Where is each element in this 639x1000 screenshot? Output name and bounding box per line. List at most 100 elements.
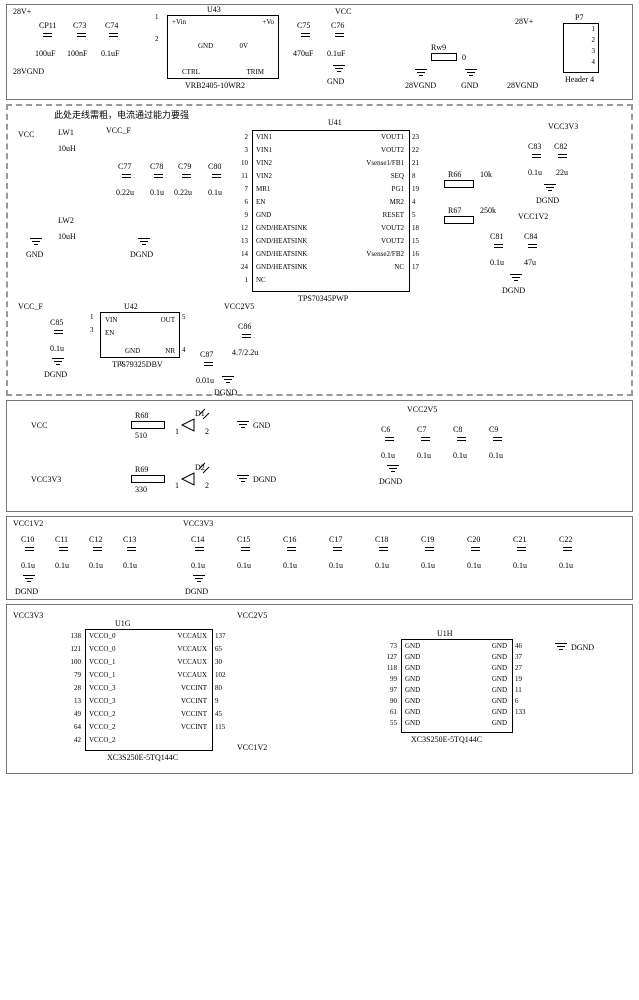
u1g-rnum-4: 80 [215,684,222,692]
u1g-rpin-6: VCCINT [159,710,207,718]
u1h-rnum-5: 6 [515,697,519,705]
r66-val: 10k [480,170,492,179]
c15-ref: C15 [237,535,250,544]
u1g-rnum-2: 30 [215,658,222,666]
u1h-lnum-4: 97 [379,686,397,694]
c11-val: 0.1u [55,561,69,570]
net-28v: 28V+ [13,7,31,16]
net-28vgnd: 28VGND [13,67,44,76]
u1h-lpin-7: GND [405,719,420,727]
u1g-lpin-5: VCCO_3 [89,697,115,705]
u1h-rnum-0: 46 [515,642,522,650]
capacitor-icon [429,543,430,557]
u41-rnum-4: 19 [412,185,419,193]
r67-ref: R67 [448,206,461,215]
ground-icon [138,238,150,248]
u1h-rnum-1: 37 [515,653,522,661]
c21-val: 0.1u [513,561,527,570]
u1h-lnum-6: 61 [379,708,397,716]
ground-icon [415,69,427,79]
r69-ref: R69 [135,465,148,474]
net-vccf: VCC_F [106,126,131,135]
u1g-rpin-2: VCCAUX [159,658,207,666]
u41-rpin-1: VOUT2 [338,146,404,154]
capacitor-icon [562,150,563,164]
u1h-lnum-2: 118 [379,664,397,672]
net-dgnd4: DGND [44,370,67,379]
capacitor-icon [305,29,306,43]
u42-en: EN [105,329,114,337]
c22-val: 0.1u [559,561,573,570]
u41-lnum-5: 6 [230,198,248,206]
u1g-ref: U1G [115,619,131,628]
net-vcc1v2: VCC1V2 [13,519,43,528]
net-dgnd2: DGND [536,196,559,205]
u41-lnum-6: 9 [230,211,248,219]
u42-out: OUT [161,316,175,324]
u1h-pn: XC3S250E-5TQ144C [411,735,482,744]
c80-ref: C80 [208,162,221,171]
u1h-lnum-0: 73 [379,642,397,650]
c74-val: 0.1uF [101,49,119,58]
p7-header: 1 2 3 4 [563,23,599,73]
u42-nr: NR [165,347,175,355]
c85-val: 0.1u [50,344,64,353]
u1h-lpin-0: GND [405,642,420,650]
c17-val: 0.1u [329,561,343,570]
u41-lnum-4: 7 [230,185,248,193]
u1h-rpin-3: GND [481,675,507,683]
net-dgnd: DGND [15,587,38,596]
u41-lnum-1: 3 [230,146,248,154]
c10-val: 0.1u [21,561,35,570]
regulator-section: 此处走线需粗，电流通过能力要强 VCC VCC_F LW1 10uH C77 0… [6,104,633,396]
u1h-rnum-6: 133 [515,708,526,716]
u41-lnum-7: 12 [230,224,248,232]
u1h-lpin-4: GND [405,686,420,694]
u42-n-vin: 1 [90,313,94,321]
u41-rpin-6: RESET [338,211,404,219]
p7-pin2: 2 [592,36,596,44]
u1h-lnum-5: 90 [379,697,397,705]
c14-val: 0.1u [191,561,205,570]
u41-rpin-2: Vsense1/FB1 [338,159,404,167]
u1h-rpin-4: GND [481,686,507,694]
c20-ref: C20 [467,535,480,544]
u1g-rnum-6: 45 [215,710,222,718]
u41-lnum-10: 24 [230,263,248,271]
rw9-28vgnd: 28VGND [405,81,436,90]
d2-k: 2 [205,481,209,490]
u41-lnum-11: 1 [230,276,248,284]
c17-ref: C17 [329,535,342,544]
rw9-val: 0 [462,53,466,62]
capacitor-icon [425,433,426,447]
net-vccf2: VCC_F [18,302,43,311]
fpga-power-section: VCC3V3 VCC2V5 VCC1V2 U1G 138VCCO_0121VCC… [6,604,633,774]
u1g-lnum-2: 100 [63,658,81,666]
c85-ref: C85 [50,318,63,327]
net-dgnd: DGND [253,475,276,484]
r69-val: 330 [135,485,147,494]
u41-lnum-0: 2 [230,133,248,141]
u1g-lpin-2: VCCO_1 [89,658,115,666]
p7-pin4: 4 [592,58,596,66]
led-decouple-section: VCC R68 510 D1 1 2 GND VCC3V3 R69 330 D2… [6,400,633,512]
p7-pin3: 3 [592,47,596,55]
net-vcc2v5: VCC2V5 [224,302,254,311]
u41-lpin-10: GND/HEATSINK [256,263,307,271]
net-vcc: VCC [31,421,47,430]
u41-rpin-0: VOUT1 [338,133,404,141]
u1h-lpin-6: GND [405,708,420,716]
capacitor-icon [246,330,247,344]
c78-val: 0.1u [150,188,164,197]
u41-rnum-1: 22 [412,146,419,154]
u43-ref: U43 [207,5,221,14]
c19-ref: C19 [421,535,434,544]
u1h-rpin-5: GND [481,697,507,705]
capacitor-icon [339,29,340,43]
ground-icon [544,184,556,194]
u42-n-en: 3 [90,326,94,334]
capacitor-icon [497,433,498,447]
u43-pin2: 2 [155,35,159,43]
capacitor-icon [81,29,82,43]
c7-val: 0.1u [417,451,431,460]
